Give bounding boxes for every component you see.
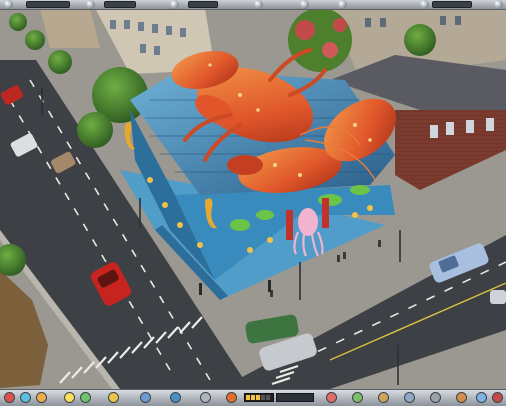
info-button[interactable]	[140, 392, 151, 403]
build-menu-button[interactable]	[4, 392, 15, 403]
date-field	[432, 1, 472, 8]
population-icon[interactable]	[86, 0, 95, 9]
city-view[interactable]	[0, 0, 506, 405]
save-button[interactable]	[456, 392, 467, 403]
statistics-button[interactable]	[378, 392, 389, 403]
services-button[interactable]	[80, 392, 91, 403]
environment-button[interactable]	[352, 392, 363, 403]
finance-button[interactable]	[108, 392, 119, 403]
population-field	[104, 1, 136, 8]
budget-field	[26, 1, 70, 8]
rating-field	[188, 1, 218, 8]
map-button[interactable]	[170, 392, 181, 403]
roads-button[interactable]	[36, 392, 47, 403]
menu-icon[interactable]	[494, 0, 503, 9]
help-button[interactable]	[476, 392, 487, 403]
graphs-button[interactable]	[404, 392, 415, 403]
options-button[interactable]	[430, 392, 441, 403]
events-icon[interactable]	[338, 0, 347, 9]
advisor-icon[interactable]	[300, 0, 309, 9]
rating-icon[interactable]	[170, 0, 179, 9]
mail-icon[interactable]	[254, 0, 263, 9]
camera-button[interactable]	[200, 392, 211, 403]
exit-button[interactable]	[492, 392, 503, 403]
zones-button[interactable]	[20, 392, 31, 403]
car-right-edge	[490, 290, 506, 304]
game-clock	[276, 393, 314, 402]
game-speed-meter[interactable]	[244, 393, 274, 402]
utilities-button[interactable]	[64, 392, 75, 403]
alert-button[interactable]	[326, 392, 337, 403]
logo-icon[interactable]	[4, 0, 13, 9]
bottom-toolbar	[0, 389, 506, 406]
building-topleft-1	[40, 8, 100, 48]
top-status-bar	[0, 0, 506, 10]
calendar-icon[interactable]	[420, 0, 429, 9]
demolish-button[interactable]	[226, 392, 237, 403]
